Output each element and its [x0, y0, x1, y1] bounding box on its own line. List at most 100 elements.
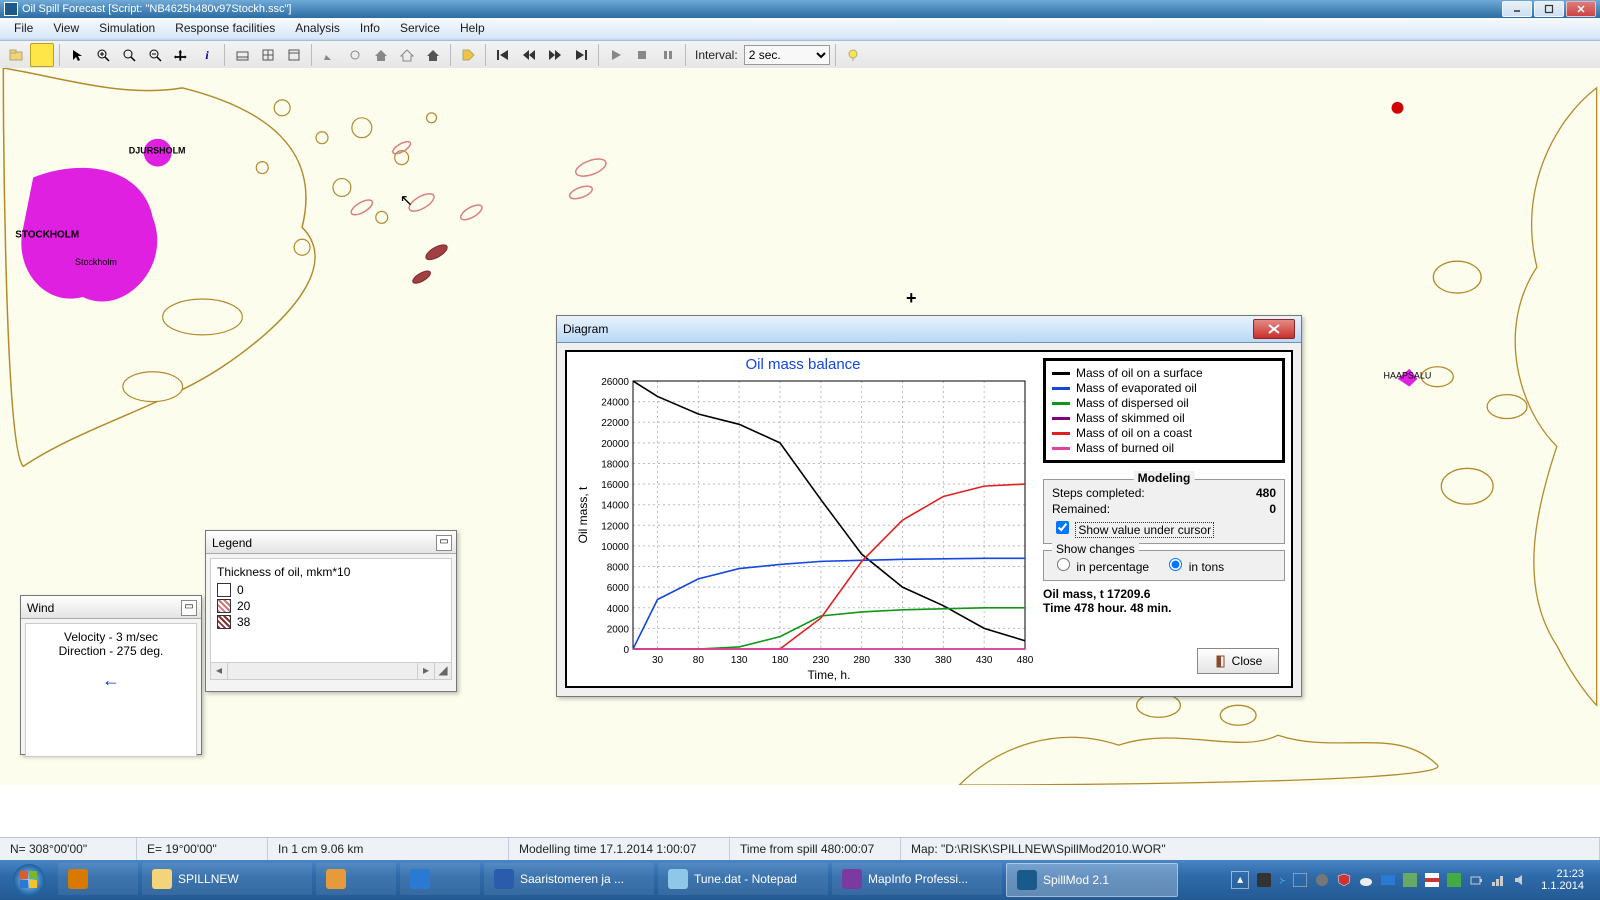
- svg-text:14000: 14000: [601, 501, 629, 512]
- legend-scroll-right-icon[interactable]: ▸: [417, 663, 434, 679]
- svg-text:16000: 16000: [601, 480, 629, 491]
- svg-text:4000: 4000: [607, 604, 630, 615]
- radio-tons[interactable]: in tons: [1164, 560, 1224, 574]
- taskbar-item[interactable]: [316, 863, 396, 895]
- tag-icon[interactable]: [456, 43, 480, 67]
- onedrive-icon[interactable]: [1359, 873, 1373, 887]
- home3-icon[interactable]: [421, 43, 445, 67]
- layers-icon[interactable]: [230, 43, 254, 67]
- menu-analysis[interactable]: Analysis: [285, 18, 350, 40]
- tray-icon4[interactable]: [1381, 873, 1395, 887]
- stop-icon[interactable]: [630, 43, 654, 67]
- window-icon[interactable]: [282, 43, 306, 67]
- chart-legend-item: Mass of dispersed oil: [1052, 396, 1276, 410]
- hint-icon[interactable]: [841, 43, 865, 67]
- app-icon: [4, 2, 18, 16]
- pointer-icon[interactable]: [65, 43, 89, 67]
- remained-label: Remained:: [1052, 502, 1110, 516]
- menu-file[interactable]: File: [4, 18, 43, 40]
- window-title: Oil Spill Forecast [Script: "NB4625h480v…: [22, 3, 291, 15]
- svg-text:10000: 10000: [601, 542, 629, 553]
- chart-legend-item: Mass of burned oil: [1052, 441, 1276, 455]
- volume-icon[interactable]: [1513, 873, 1527, 887]
- tray-icon[interactable]: [1257, 873, 1271, 887]
- pan-icon[interactable]: [169, 43, 193, 67]
- wind-panel[interactable]: Wind▭ Velocity - 3 m/sec Direction - 275…: [20, 595, 202, 755]
- info-icon[interactable]: i: [195, 43, 219, 67]
- shield-icon[interactable]: [1337, 873, 1351, 887]
- svg-text:6000: 6000: [607, 583, 630, 594]
- menu-service[interactable]: Service: [390, 18, 450, 40]
- zoom-in-icon[interactable]: [91, 43, 115, 67]
- show-cursor-label: Show value under cursor: [1075, 522, 1214, 538]
- edit-icon[interactable]: [317, 43, 341, 67]
- chart-svg[interactable]: 0200040006000800010000120001400016000180…: [573, 375, 1033, 685]
- flag-icon[interactable]: [1425, 873, 1439, 887]
- forward-icon[interactable]: [543, 43, 567, 67]
- svg-text:430: 430: [976, 655, 993, 666]
- tray-icon5[interactable]: [1403, 873, 1417, 887]
- svg-text:24000: 24000: [601, 398, 629, 409]
- status-spill-time: Time from spill 480:00:07: [730, 838, 901, 860]
- door-icon: [1214, 654, 1228, 668]
- taskbar-item[interactable]: SPILLNEW: [142, 863, 312, 895]
- menu-help[interactable]: Help: [450, 18, 495, 40]
- nvidia-icon[interactable]: [1447, 873, 1461, 887]
- wind-title: Wind: [27, 601, 54, 615]
- close-button[interactable]: [1566, 1, 1596, 17]
- status-n: N= 308°00'00": [0, 838, 137, 860]
- menu-simulation[interactable]: Simulation: [89, 18, 165, 40]
- legend-resize-icon[interactable]: ◢: [434, 663, 451, 679]
- bluetooth-icon[interactable]: ᚛: [1279, 873, 1285, 887]
- legend-panel-control-icon[interactable]: ▭: [436, 535, 452, 551]
- show-changes-label: Show changes: [1052, 542, 1139, 556]
- taskbar-item[interactable]: [58, 863, 138, 895]
- system-tray[interactable]: ▴ ᚛ 21:231.1.2014: [1231, 868, 1596, 892]
- home2-icon[interactable]: [395, 43, 419, 67]
- window-titlebar: Oil Spill Forecast [Script: "NB4625h480v…: [0, 0, 1600, 18]
- interval-label: Interval:: [691, 48, 742, 62]
- radio-percentage[interactable]: in percentage: [1052, 560, 1149, 574]
- taskbar-item[interactable]: Saaristomeren ja ...: [484, 863, 654, 895]
- svg-text:480: 480: [1017, 655, 1033, 666]
- taskbar-clock[interactable]: 21:231.1.2014: [1535, 868, 1590, 892]
- taskbar-item[interactable]: MapInfo Professi...: [832, 863, 1002, 895]
- menu-info[interactable]: Info: [350, 18, 390, 40]
- power-icon[interactable]: [1469, 873, 1483, 887]
- maximize-button[interactable]: [1534, 1, 1564, 17]
- tray-icon3[interactable]: [1315, 873, 1329, 887]
- stop-sim-icon[interactable]: [30, 43, 54, 67]
- home-icon[interactable]: [369, 43, 393, 67]
- legend-panel[interactable]: Legend▭ Thickness of oil, mkm*10 02038 ◂…: [205, 530, 457, 692]
- rewind-icon[interactable]: [517, 43, 541, 67]
- play-icon[interactable]: [604, 43, 628, 67]
- show-cursor-checkbox[interactable]: [1056, 521, 1069, 534]
- menu-view[interactable]: View: [43, 18, 89, 40]
- diagram-close-icon[interactable]: [1253, 319, 1295, 339]
- first-icon[interactable]: [491, 43, 515, 67]
- interval-select[interactable]: 2 sec.: [744, 45, 830, 65]
- open-icon[interactable]: [4, 43, 28, 67]
- network-icon[interactable]: [1491, 873, 1505, 887]
- minimize-button[interactable]: [1502, 1, 1532, 17]
- tray-icon2[interactable]: [1293, 873, 1307, 887]
- taskbar-item[interactable]: Tune.dat - Notepad: [658, 863, 828, 895]
- legend-scroll-left-icon[interactable]: ◂: [211, 663, 228, 679]
- taskbar-item[interactable]: SpillMod 2.1: [1006, 863, 1178, 897]
- pause-icon[interactable]: [656, 43, 680, 67]
- start-button[interactable]: [4, 861, 54, 899]
- diagram-close-button[interactable]: Close: [1197, 648, 1279, 674]
- chart-legend-item: Mass of oil on a surface: [1052, 366, 1276, 380]
- last-icon[interactable]: [569, 43, 593, 67]
- diagram-dialog[interactable]: Diagram Oil mass balance 020004000600080…: [556, 315, 1302, 697]
- taskbar-item[interactable]: [400, 863, 480, 895]
- grid-icon[interactable]: [256, 43, 280, 67]
- svg-text:↖: ↖: [400, 192, 413, 209]
- wind-panel-control-icon[interactable]: ▭: [181, 600, 197, 616]
- tool2-icon[interactable]: [343, 43, 367, 67]
- tray-up-icon[interactable]: ▴: [1231, 871, 1249, 889]
- svg-text:80: 80: [693, 655, 705, 666]
- menu-response-facilities[interactable]: Response facilities: [165, 18, 285, 40]
- zoom-reset-icon[interactable]: [117, 43, 141, 67]
- zoom-out-icon[interactable]: [143, 43, 167, 67]
